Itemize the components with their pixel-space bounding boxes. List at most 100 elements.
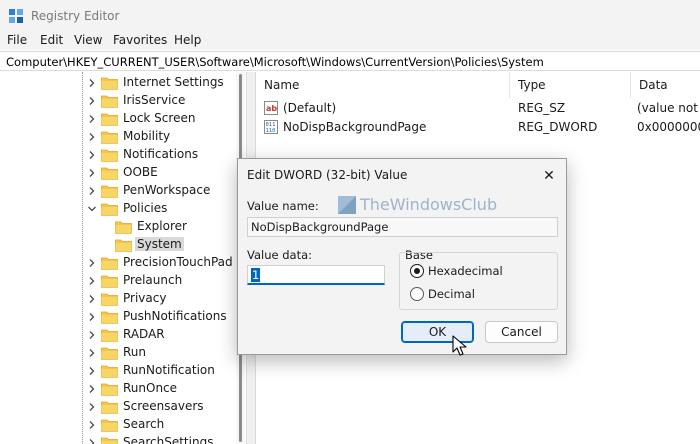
folder-icon <box>101 383 118 396</box>
chevron-right-icon[interactable] <box>86 401 98 413</box>
folder-icon <box>101 257 118 270</box>
menu-view[interactable]: View <box>74 33 102 47</box>
decimal-label[interactable]: Decimal <box>428 287 475 301</box>
tree-item-searchsettings[interactable]: SearchSettings <box>86 434 236 444</box>
chevron-right-icon[interactable] <box>86 185 98 197</box>
close-icon[interactable]: ✕ <box>538 166 560 186</box>
tree-item-label: Prelaunch <box>123 273 183 287</box>
folder-icon <box>101 401 118 414</box>
tree-item-run[interactable]: Run <box>86 344 236 362</box>
tree-item-label: Search <box>123 417 165 431</box>
tree-item-penworkspace[interactable]: PenWorkspace <box>86 182 236 200</box>
folder-icon <box>101 77 118 90</box>
dialog-title: Edit DWORD (32-bit) Value <box>247 168 408 182</box>
chevron-right-icon[interactable] <box>86 167 98 179</box>
menu-edit[interactable]: Edit <box>40 33 63 47</box>
svg-text:ab: ab <box>266 104 277 113</box>
watermark: TheWindowsClub <box>338 193 508 217</box>
base-groupbox: Hexadecimal Decimal <box>399 252 558 310</box>
chevron-right-icon[interactable] <box>86 365 98 377</box>
tree-item-mobility[interactable]: Mobility <box>86 128 236 146</box>
value-data: (value not set) <box>637 101 700 115</box>
tree-item-pushnotifications[interactable]: PushNotifications <box>86 308 236 326</box>
folder-icon <box>101 203 118 216</box>
tree-item-notifications[interactable]: Notifications <box>86 146 236 164</box>
tree-item-label: SearchSettings <box>123 435 214 444</box>
menu-help[interactable]: Help <box>174 33 201 47</box>
chevron-right-icon[interactable] <box>86 131 98 143</box>
chevron-right-icon[interactable] <box>86 437 98 444</box>
value-data-input[interactable]: 1 <box>247 265 385 285</box>
chevron-right-icon[interactable] <box>86 311 98 323</box>
tree-item-prelaunch[interactable]: Prelaunch <box>86 272 236 290</box>
address-path: Computer\HKEY_CURRENT_USER\Software\Micr… <box>6 55 544 69</box>
tree-item-privacy[interactable]: Privacy <box>86 290 236 308</box>
key-tree-pane[interactable]: Internet Settings IrisService Lock Screen M… <box>0 72 246 444</box>
hexadecimal-label[interactable]: Hexadecimal <box>428 264 503 278</box>
tree-item-explorer[interactable]: Explorer <box>100 218 236 236</box>
tree-item-runnotification[interactable]: RunNotification <box>86 362 236 380</box>
chevron-right-icon[interactable] <box>86 329 98 341</box>
value-name-label: Value name: <box>247 199 319 213</box>
chevron-right-icon[interactable] <box>86 347 98 359</box>
chevron-right-icon[interactable] <box>86 419 98 431</box>
folder-icon <box>101 437 118 444</box>
column-header-type[interactable]: Type <box>510 72 631 98</box>
tree-item-policies[interactable]: Policies <box>86 200 236 218</box>
tree-item-search[interactable]: Search <box>86 416 236 434</box>
hexadecimal-radio[interactable] <box>410 264 424 278</box>
tree-item-label: Run <box>123 345 147 359</box>
window-title: Registry Editor <box>31 9 120 23</box>
address-bar[interactable]: Computer\HKEY_CURRENT_USER\Software\Micr… <box>0 51 700 71</box>
chevron-right-icon[interactable] <box>86 95 98 107</box>
value-type: REG_DWORD <box>518 120 598 134</box>
folder-icon <box>115 239 132 252</box>
folder-icon <box>115 221 132 234</box>
dword-value-icon: 011 110 <box>264 120 278 134</box>
tree-item-internet-settings[interactable]: Internet Settings <box>86 74 236 92</box>
value-row-nodispbackgroundpage[interactable]: 011 110 NoDispBackgroundPage REG_DWORD 0… <box>256 117 700 137</box>
tree-item-oobe[interactable]: OOBE <box>86 164 236 182</box>
string-value-icon: ab <box>264 101 278 115</box>
registry-editor-icon <box>9 9 23 23</box>
tree-item-screensavers[interactable]: Screensavers <box>86 398 236 416</box>
tree-item-precisiontouchpad[interactable]: PrecisionTouchPad <box>86 254 236 272</box>
folder-icon <box>101 275 118 288</box>
tree-item-label: Notifications <box>123 147 199 161</box>
tree-item-label: System <box>135 237 184 251</box>
value-name: (Default) <box>283 101 337 115</box>
tree-item-label: RunOnce <box>123 381 178 395</box>
tree-item-label: Internet Settings <box>123 75 224 89</box>
value-data: 0x00000001 <box>637 120 700 134</box>
folder-icon <box>101 347 118 360</box>
value-data-label: Value data: <box>247 248 313 262</box>
column-header-data[interactable]: Data <box>631 72 700 98</box>
cancel-button[interactable]: Cancel <box>485 321 558 343</box>
folder-icon <box>101 293 118 306</box>
tree-item-label: OOBE <box>123 165 158 179</box>
decimal-radio[interactable] <box>410 287 424 301</box>
tree-item-label: RunNotification <box>123 363 215 377</box>
tree-item-label: Policies <box>123 201 168 215</box>
tree-item-runonce[interactable]: RunOnce <box>86 380 236 398</box>
tree-item-system[interactable]: System <box>100 236 236 254</box>
chevron-down-icon[interactable] <box>86 203 98 215</box>
chevron-right-icon[interactable] <box>86 275 98 287</box>
tree-guide-line <box>82 72 83 444</box>
chevron-right-icon[interactable] <box>86 293 98 305</box>
column-header-name[interactable]: Name <box>256 72 510 98</box>
menu-file[interactable]: File <box>7 33 27 47</box>
tree-item-label: Lock Screen <box>123 111 196 125</box>
chevron-right-icon[interactable] <box>86 383 98 395</box>
chevron-right-icon[interactable] <box>86 257 98 269</box>
chevron-right-icon[interactable] <box>86 77 98 89</box>
menu-favorites[interactable]: Favorites <box>113 33 167 47</box>
tree-item-lock-screen[interactable]: Lock Screen <box>86 110 236 128</box>
tree-item-irisservice[interactable]: IrisService <box>86 92 236 110</box>
value-name: NoDispBackgroundPage <box>283 120 427 134</box>
chevron-right-icon[interactable] <box>86 113 98 125</box>
value-row-default[interactable]: ab (Default) REG_SZ (value not set) <box>256 98 700 118</box>
tree-item-label: IrisService <box>123 93 186 107</box>
tree-item-radar[interactable]: RADAR <box>86 326 236 344</box>
chevron-right-icon[interactable] <box>86 149 98 161</box>
